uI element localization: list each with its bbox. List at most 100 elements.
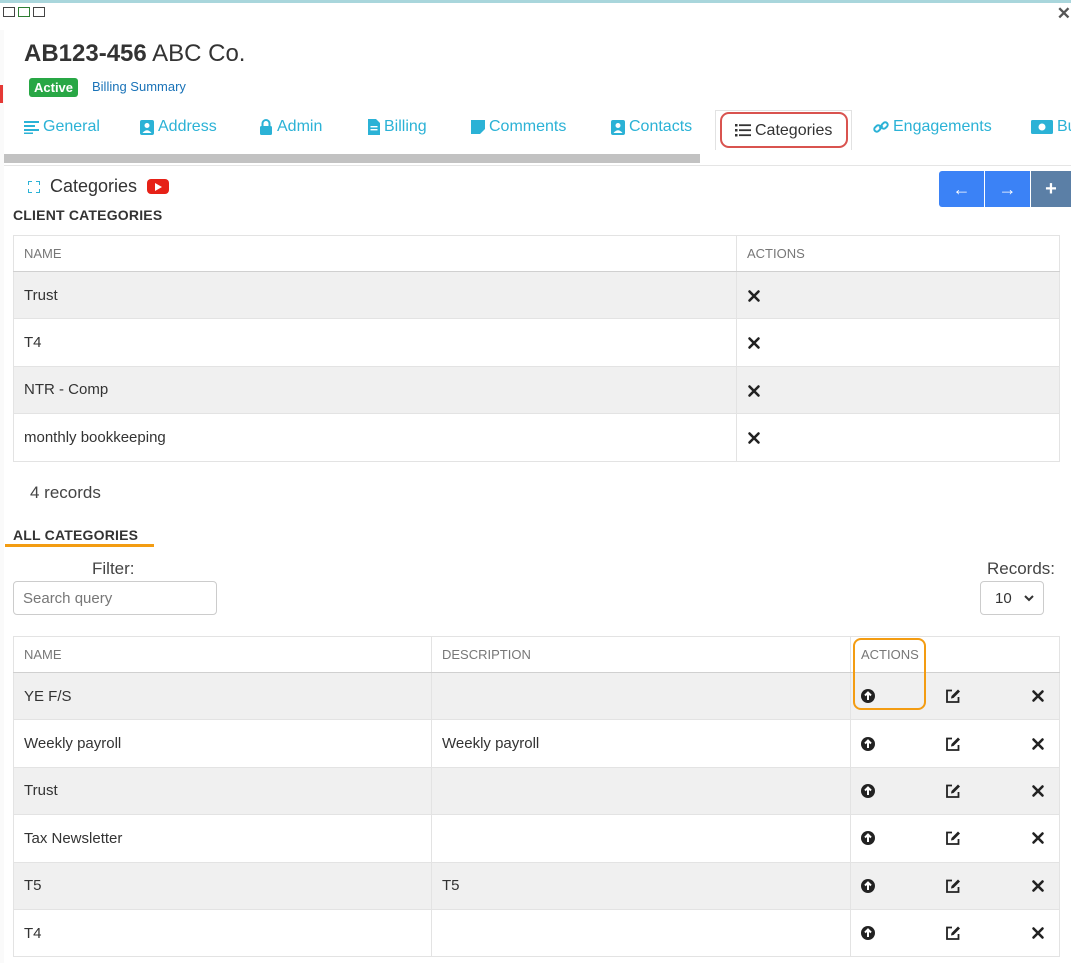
add-circle-up-icon[interactable] xyxy=(861,736,875,751)
table-header-row: NAME ACTIONS xyxy=(13,235,1060,272)
client-code: AB123-456 xyxy=(24,40,147,67)
search-input[interactable] xyxy=(13,581,217,615)
status-badge: Active xyxy=(29,78,79,97)
add-circle-up-icon[interactable] xyxy=(861,878,875,893)
row-actions xyxy=(850,908,1060,958)
window-maximize-icon[interactable] xyxy=(18,7,30,17)
delete-icon[interactable] xyxy=(1031,737,1045,751)
record-nav: ← → + xyxy=(939,171,1071,207)
delete-icon[interactable] xyxy=(747,384,761,398)
add-circle-up-icon[interactable] xyxy=(861,926,875,941)
contact-card-icon xyxy=(611,119,625,135)
edit-icon[interactable] xyxy=(945,688,961,704)
tab-label: Contacts xyxy=(629,118,693,135)
category-description: T5 xyxy=(431,861,851,910)
all-categories-heading: ALL CATEGORIES xyxy=(13,527,139,543)
expand-icon[interactable] xyxy=(28,180,40,193)
tab-bu[interactable]: Bu xyxy=(1031,118,1071,136)
contact-card-icon xyxy=(140,119,154,135)
record-count: 4 records xyxy=(30,483,101,502)
page-title: AB123-456 ABC Co. xyxy=(24,40,245,68)
tab-address[interactable]: Address xyxy=(140,118,217,136)
tab-label: Billing xyxy=(384,118,427,135)
tab-engagements[interactable]: Engagements xyxy=(873,118,992,136)
tab-label: General xyxy=(43,118,100,135)
add-circle-up-icon[interactable] xyxy=(861,783,875,798)
tab-general[interactable]: General xyxy=(24,118,100,136)
tab-billing[interactable]: Billing xyxy=(368,118,427,136)
window-restore-icon[interactable] xyxy=(3,7,15,17)
records-per-page-select[interactable]: 10 xyxy=(980,581,1044,615)
next-button[interactable]: → xyxy=(985,171,1031,207)
tab-scrollbar[interactable] xyxy=(4,154,700,163)
row-actions xyxy=(850,814,1060,863)
billing-summary-link[interactable]: Billing Summary xyxy=(92,79,186,94)
table-row: T4 xyxy=(13,318,1060,367)
tab-comments[interactable]: Comments xyxy=(471,118,566,136)
tab-label: Engagements xyxy=(893,118,992,135)
category-name: Trust xyxy=(13,270,737,320)
add-circle-up-icon[interactable] xyxy=(861,831,875,846)
tab-label: Comments xyxy=(489,118,567,135)
column-header-name: NAME xyxy=(13,636,432,673)
tab-label: Admin xyxy=(277,118,323,135)
row-actions xyxy=(850,766,1060,816)
window-top-strip xyxy=(0,0,1071,3)
table-row: T4 xyxy=(13,908,1060,958)
section-header: Categories xyxy=(28,176,170,197)
edit-icon[interactable] xyxy=(945,783,961,799)
section-title: Categories xyxy=(50,176,138,196)
delete-icon[interactable] xyxy=(747,431,761,445)
tab-admin[interactable]: Admin xyxy=(259,118,322,136)
category-name: Trust xyxy=(13,766,432,816)
table-row: Weekly payroll Weekly payroll xyxy=(13,719,1060,768)
note-icon xyxy=(471,120,485,134)
edit-icon[interactable] xyxy=(945,736,961,752)
delete-icon[interactable] xyxy=(747,336,761,350)
delete-icon[interactable] xyxy=(747,289,761,303)
column-header-name: NAME xyxy=(13,235,737,272)
table-row: Tax Newsletter xyxy=(13,814,1060,863)
edit-icon[interactable] xyxy=(945,925,961,941)
records-per-page-value: 10 xyxy=(995,589,1012,607)
records-label: Records: xyxy=(986,559,1055,578)
client-categories-heading: CLIENT CATEGORIES xyxy=(13,207,163,223)
category-description xyxy=(431,908,851,958)
delete-icon[interactable] xyxy=(1031,926,1045,940)
delete-icon[interactable] xyxy=(1031,689,1045,703)
row-actions xyxy=(850,719,1060,768)
delete-icon[interactable] xyxy=(1031,879,1045,893)
table-row: Trust xyxy=(13,766,1060,816)
category-description xyxy=(431,814,851,863)
prev-button[interactable]: ← xyxy=(939,171,985,207)
client-categories-table: NAME ACTIONS Trust T4 NTR - Comp monthly… xyxy=(13,235,1060,462)
tab-bar: General Address Admin Billing Comments C… xyxy=(0,110,1071,150)
table-row: T5 T5 xyxy=(13,861,1060,910)
window-minimize-icon[interactable] xyxy=(33,7,45,17)
actions-column-highlight xyxy=(853,638,926,710)
left-edge-marker xyxy=(0,85,3,103)
category-name: T4 xyxy=(13,908,432,958)
lock-icon xyxy=(260,119,272,135)
close-icon[interactable]: ✕ xyxy=(1057,4,1071,24)
category-description xyxy=(431,671,851,721)
money-icon xyxy=(1031,120,1053,134)
add-button[interactable]: + xyxy=(1031,171,1071,207)
column-header-actions: ACTIONS xyxy=(736,235,1060,272)
all-categories-highlight xyxy=(5,544,154,547)
tab-divider xyxy=(4,165,1071,166)
client-name: ABC Co. xyxy=(152,40,246,67)
edit-icon[interactable] xyxy=(945,878,961,894)
window-left-edge xyxy=(0,30,4,963)
filter-label: Filter: xyxy=(92,559,135,578)
table-row: monthly bookkeeping xyxy=(13,413,1060,462)
tab-contacts[interactable]: Contacts xyxy=(611,118,692,136)
category-name: YE F/S xyxy=(13,671,432,721)
row-actions xyxy=(850,861,1060,910)
youtube-icon[interactable] xyxy=(147,179,170,194)
delete-icon[interactable] xyxy=(1031,784,1045,798)
link-icon xyxy=(873,121,889,133)
edit-icon[interactable] xyxy=(945,830,961,846)
delete-icon[interactable] xyxy=(1031,831,1045,845)
document-icon xyxy=(368,119,380,135)
